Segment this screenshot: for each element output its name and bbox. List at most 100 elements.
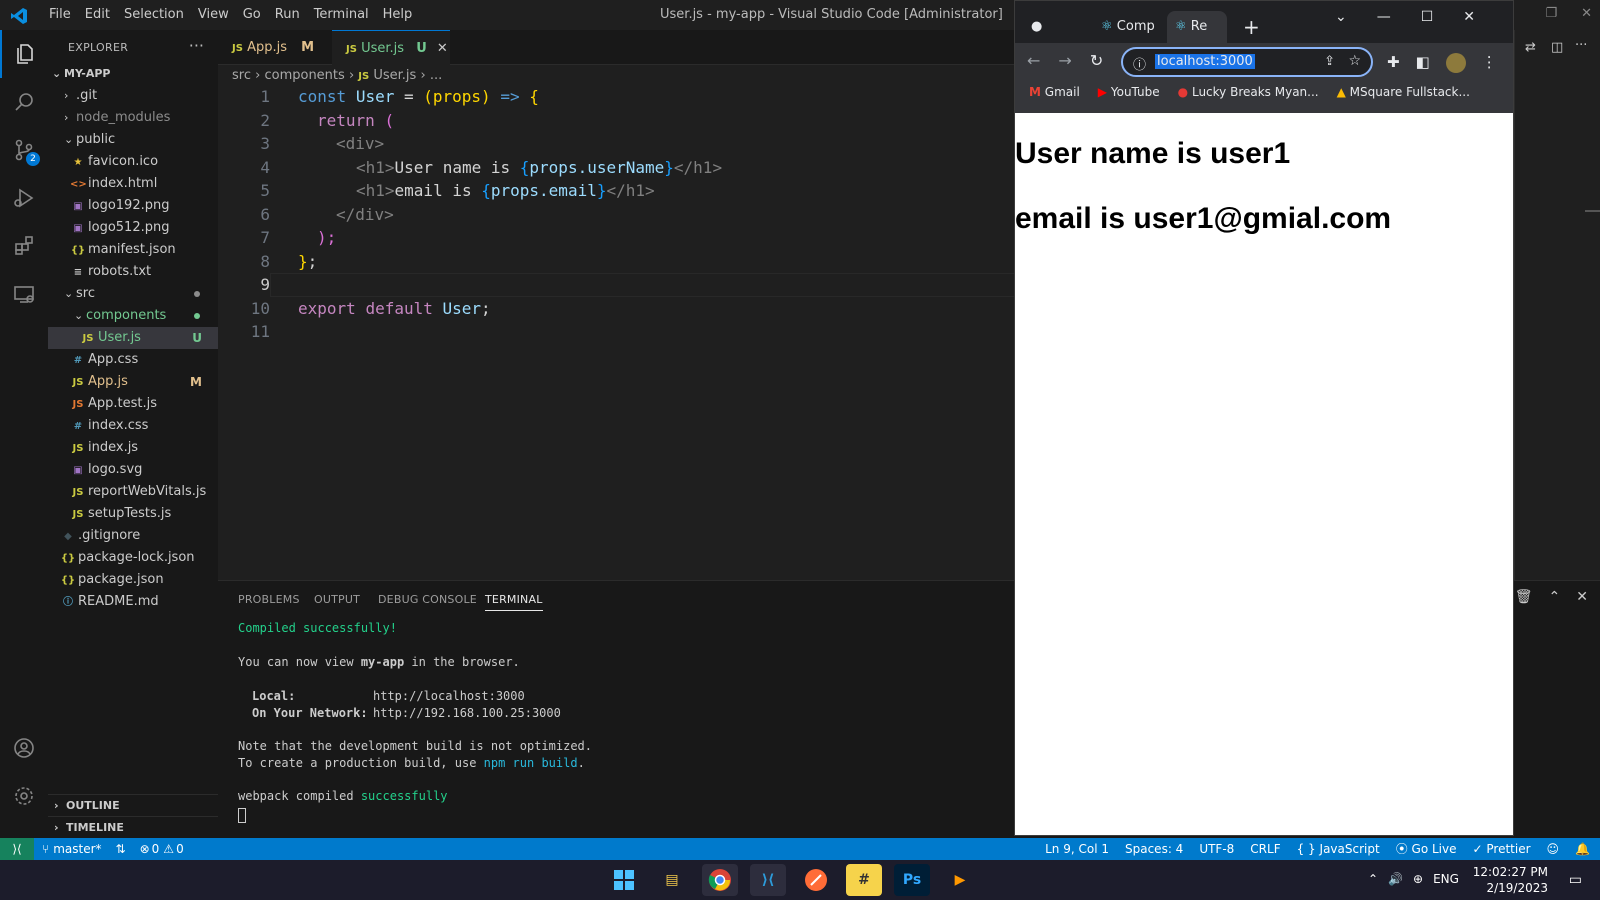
tab-problems[interactable]: PROBLEMS xyxy=(238,593,300,606)
tree-file-setup-tests[interactable]: JS setupTests.js xyxy=(48,503,218,525)
tree-folder-src[interactable]: ⌄ src xyxy=(48,283,218,305)
reload-icon[interactable]: ↻ xyxy=(1090,51,1103,70)
tree-file-app-js[interactable]: JS App.js M xyxy=(48,371,218,393)
kebab-menu-icon[interactable]: ⋮ xyxy=(1482,53,1497,73)
remote-indicator-icon[interactable]: ⟩⟨ xyxy=(0,838,34,860)
chevron-up-icon[interactable]: ⌃ xyxy=(1368,872,1378,886)
share-icon[interactable]: ⇪ xyxy=(1324,54,1335,69)
file-explorer-icon[interactable]: ▤ xyxy=(654,864,690,896)
info-icon[interactable]: ⓘ xyxy=(1133,54,1146,73)
tree-file-report-web-vitals[interactable]: JS reportWebVitals.js xyxy=(48,481,218,503)
tree-folder-git[interactable]: › .git xyxy=(48,85,218,107)
restore-icon[interactable]: ❐ xyxy=(1545,6,1557,21)
outline-section[interactable]: › OUTLINE xyxy=(48,794,218,816)
tree-file-readme[interactable]: ⓘ README.md xyxy=(48,591,218,613)
feedback-icon[interactable]: ☺ xyxy=(1547,838,1560,860)
tree-file-package-lock[interactable]: {} package-lock.json xyxy=(48,547,218,569)
prettier-button[interactable]: ✓ Prettier xyxy=(1473,838,1531,860)
clock[interactable]: 12:02:27 PM 2/19/2023 xyxy=(1473,864,1548,896)
chrome-tab-react-app[interactable]: ⚛ Re ✕ xyxy=(1167,11,1227,66)
profile-avatar[interactable] xyxy=(1445,53,1466,73)
accounts-activity[interactable] xyxy=(0,724,48,772)
tab-terminal[interactable]: TERMINAL xyxy=(485,593,543,611)
chrome-taskbar-icon[interactable] xyxy=(702,864,738,896)
close-window-icon[interactable]: ✕ xyxy=(1581,6,1592,21)
breadcrumb-file[interactable]: User.js xyxy=(373,68,416,83)
forward-icon[interactable]: → xyxy=(1058,51,1071,70)
minimize-icon[interactable]: — xyxy=(1377,9,1391,25)
postman-icon[interactable] xyxy=(798,864,834,896)
close-tab-icon[interactable]: ✕ xyxy=(437,41,448,56)
tree-file-index-css[interactable]: # index.css xyxy=(48,415,218,437)
side-panel-icon[interactable]: ◧ xyxy=(1416,53,1430,73)
indentation[interactable]: Spaces: 4 xyxy=(1125,838,1183,860)
tree-file-gitignore[interactable]: ◆ .gitignore xyxy=(48,525,218,547)
terminal-cursor[interactable] xyxy=(238,808,246,823)
workspace-root[interactable]: ⌄ MY-APP xyxy=(48,63,218,85)
go-live-button[interactable]: ⦿ Go Live xyxy=(1396,838,1457,860)
trash-icon[interactable]: 🗑 xyxy=(1515,589,1533,605)
menu-view[interactable]: View xyxy=(191,7,236,22)
globe-icon[interactable]: ⊕ xyxy=(1413,872,1423,886)
tab-user-js[interactable]: JS User.js U ✕ xyxy=(332,30,450,65)
tree-file-logo512[interactable]: ▣ logo512.png xyxy=(48,217,218,239)
vscode-taskbar-icon[interactable]: ⟩⟨ xyxy=(750,864,786,896)
run-debug-activity[interactable] xyxy=(0,174,48,222)
menu-go[interactable]: Go xyxy=(236,7,268,22)
menu-terminal[interactable]: Terminal xyxy=(307,7,376,22)
timeline-section[interactable]: › TIMELINE xyxy=(48,816,218,838)
extensions-activity[interactable] xyxy=(0,222,48,270)
maximize-icon[interactable]: ☐ xyxy=(1421,9,1434,25)
breadcrumb-symbols[interactable]: ... xyxy=(430,68,442,83)
media-player-icon[interactable]: ▶ xyxy=(942,864,978,896)
tree-file-manifest[interactable]: {} manifest.json xyxy=(48,239,218,261)
close-panel-icon[interactable]: ✕ xyxy=(1576,589,1588,605)
language-indicator[interactable]: ENG xyxy=(1433,872,1459,886)
tree-file-logo-svg[interactable]: ▣ logo.svg xyxy=(48,459,218,481)
bookmark-youtube[interactable]: ▶ YouTube xyxy=(1098,85,1160,99)
more-actions-icon[interactable]: ··· xyxy=(1575,38,1587,53)
notification-icon[interactable]: ▭ xyxy=(1569,872,1582,888)
tree-file-index-html[interactable]: <>index.html xyxy=(48,173,218,195)
bookmark-msquare[interactable]: ▲ MSquare Fullstack... xyxy=(1337,85,1470,99)
tree-file-logo192[interactable]: ▣ logo192.png xyxy=(48,195,218,217)
bookmark-lucky-breaks[interactable]: ● Lucky Breaks Myan... xyxy=(1178,85,1319,99)
split-editor-icon[interactable]: ◫ xyxy=(1551,40,1563,55)
breadcrumb-src[interactable]: src xyxy=(232,68,251,83)
breadcrumb-components[interactable]: components xyxy=(264,68,344,83)
menu-selection[interactable]: Selection xyxy=(117,7,191,22)
menu-file[interactable]: File xyxy=(42,7,78,22)
terminal-line[interactable]: http://localhost:3000 xyxy=(373,689,525,703)
address-bar[interactable]: ⓘ localhost:3000 ⇪ ☆ xyxy=(1121,47,1373,77)
manage-activity[interactable] xyxy=(0,772,48,820)
menu-run[interactable]: Run xyxy=(268,7,307,22)
compare-changes-icon[interactable]: ⇄ xyxy=(1525,40,1536,55)
sync-icon[interactable]: ⇅ xyxy=(116,838,126,860)
tree-file-index-js[interactable]: JS index.js xyxy=(48,437,218,459)
tree-file-robots[interactable]: ≡ robots.txt xyxy=(48,261,218,283)
tree-file-favicon[interactable]: ★ favicon.ico xyxy=(48,151,218,173)
tab-app-js[interactable]: JS App.js M xyxy=(218,30,332,65)
tree-folder-public[interactable]: ⌄ public xyxy=(48,129,218,151)
tree-file-app-test[interactable]: JS App.test.js xyxy=(48,393,218,415)
encoding[interactable]: UTF-8 xyxy=(1199,838,1234,860)
tree-folder-node-modules[interactable]: › node_modules xyxy=(48,107,218,129)
tree-file-app-css[interactable]: # App.css xyxy=(48,349,218,371)
tree-folder-components[interactable]: ⌄ components xyxy=(48,305,218,327)
more-actions-icon[interactable]: ··· xyxy=(189,36,204,55)
windows-start-icon[interactable] xyxy=(606,864,642,896)
branch-name[interactable]: master* xyxy=(53,838,101,860)
chrome-tab-comp[interactable]: ⚛ Comp xyxy=(1093,11,1161,43)
error-count[interactable]: 0 xyxy=(152,838,160,860)
chrome-tab-github[interactable]: ● msqua xyxy=(1023,11,1087,66)
tab-output[interactable]: OUTPUT xyxy=(314,593,360,606)
tree-file-user-js[interactable]: JS User.js U xyxy=(48,327,218,349)
menu-edit[interactable]: Edit xyxy=(78,7,117,22)
code-editor[interactable]: 1 2 3 4 5 6 7 8 9 10 11 const User = (pr… xyxy=(218,87,1018,580)
menu-help[interactable]: Help xyxy=(376,7,420,22)
bookmark-gmail[interactable]: M Gmail xyxy=(1029,85,1080,99)
tab-search-icon[interactable]: ⌄ xyxy=(1335,9,1347,25)
language-mode[interactable]: { } JavaScript xyxy=(1297,838,1380,860)
terminal-line[interactable]: http://192.168.100.25:3000 xyxy=(373,706,561,720)
photoshop-icon[interactable]: Ps xyxy=(894,864,930,896)
